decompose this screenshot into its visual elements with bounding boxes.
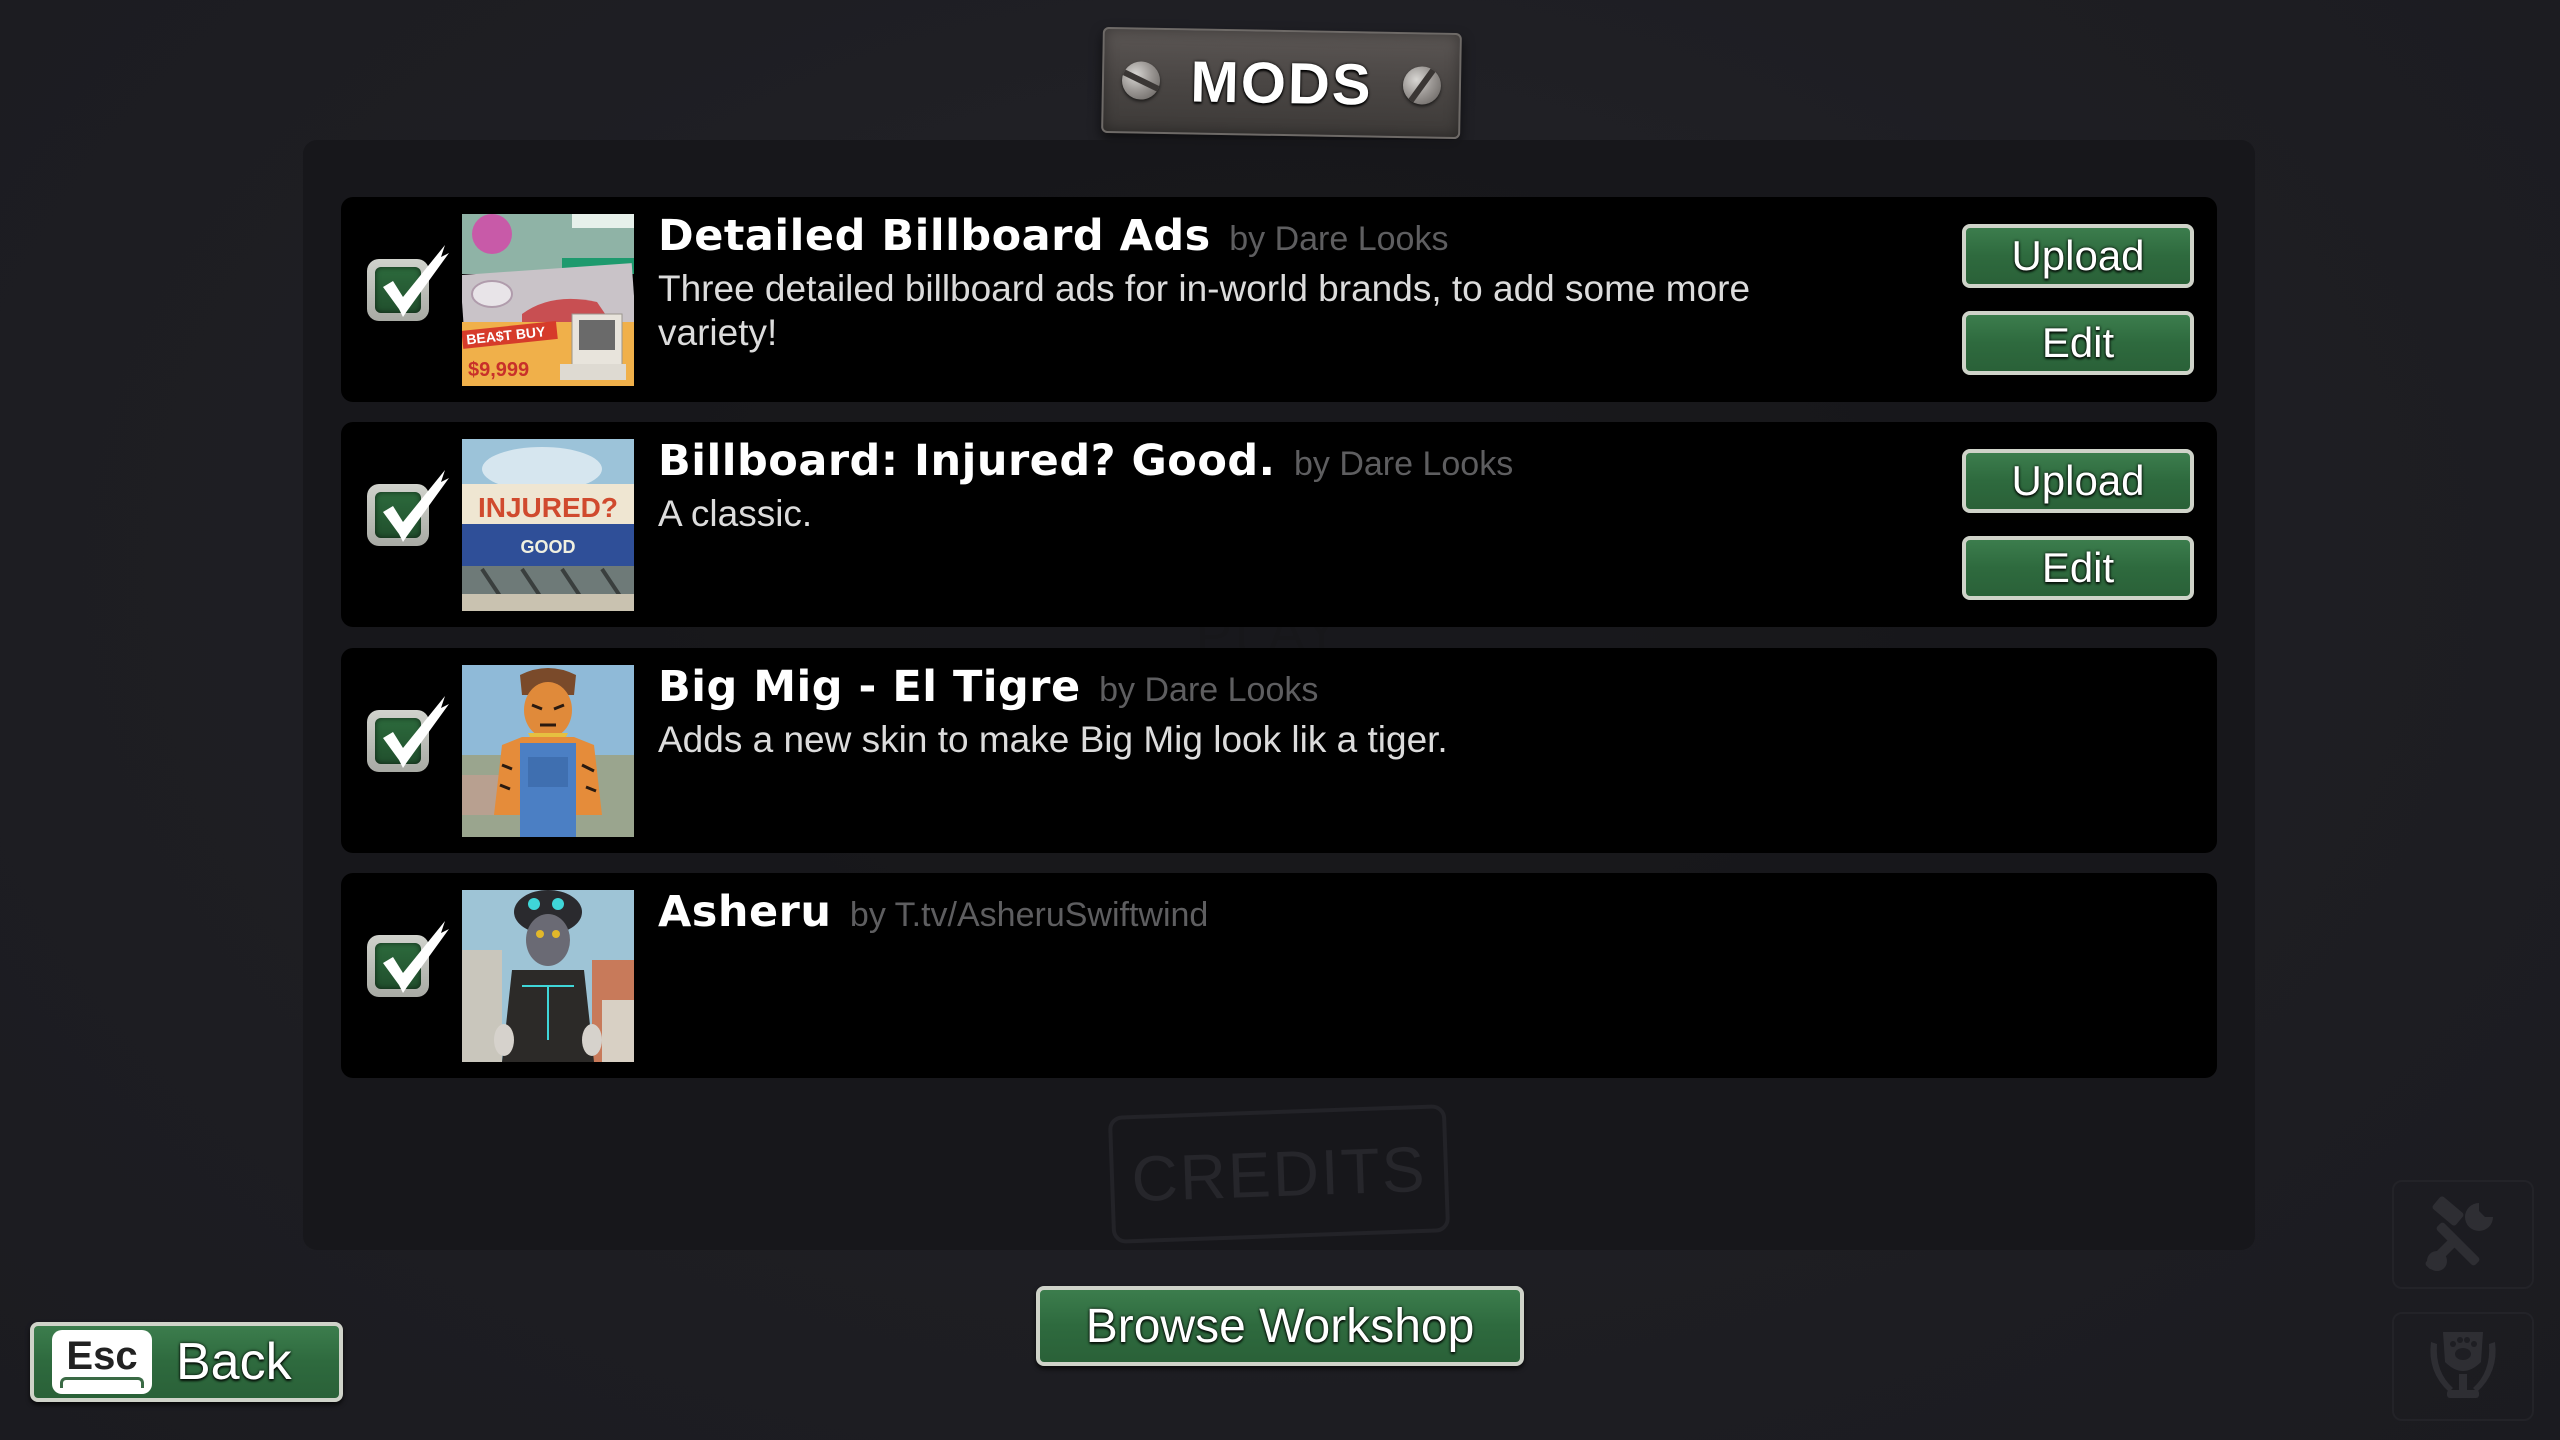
mod-row: Asheru by T.tv/AsheruSwiftwind <box>341 873 2217 1078</box>
svg-text:GOOD: GOOD <box>520 537 575 557</box>
injured-good-billboard-thumbnail: INJURED? GOOD <box>462 439 634 611</box>
mod-row: INJURED? GOOD Billboard: Injured? Good. … <box>341 422 2217 627</box>
edit-button[interactable]: Edit <box>1962 536 2194 600</box>
browse-workshop-button[interactable]: Browse Workshop <box>1036 1286 1524 1366</box>
mod-title: Billboard: Injured? Good. <box>658 436 1276 486</box>
back-button[interactable]: Esc Back <box>30 1322 343 1402</box>
mod-author: by Dare Looks <box>1293 445 1514 483</box>
checkmark-icon <box>383 696 449 768</box>
mod-enabled-checkbox[interactable] <box>367 696 449 772</box>
mod-author: by Dare Looks <box>1099 671 1319 709</box>
svg-text:$9,999: $9,999 <box>468 359 529 381</box>
mod-author: by Dare Looks <box>1229 220 1449 258</box>
tools-icon <box>2425 1195 2493 1271</box>
wolf-character-thumbnail <box>462 890 634 1062</box>
mod-title: Big Mig - El Tigre <box>658 662 1081 712</box>
screw-icon <box>1402 66 1442 105</box>
tools-button[interactable] <box>2392 1180 2534 1289</box>
mod-row: BEA$T BUY $9,999 Detailed Billboard Ads … <box>341 197 2217 402</box>
mod-enabled-checkbox[interactable] <box>367 245 449 321</box>
tiger-character-thumbnail <box>462 665 634 837</box>
mod-description: A classic. <box>658 493 813 534</box>
upload-button[interactable]: Upload <box>1962 449 2194 513</box>
esc-key-icon: Esc <box>52 1330 152 1394</box>
mod-title: Asheru <box>658 887 832 937</box>
title-plate: MODS <box>1101 26 1462 140</box>
mod-author: by T.tv/AsheruSwiftwind <box>849 896 1209 934</box>
trophy-paw-icon <box>2430 1331 2496 1398</box>
page-title: MODS <box>1189 48 1374 118</box>
back-label: Back <box>176 1333 292 1391</box>
mod-description: Three detailed billboard ads for in-worl… <box>658 268 1751 353</box>
mod-description: Adds a new skin to make Big Mig look lik… <box>658 719 1448 760</box>
svg-text:INJURED?: INJURED? <box>478 492 618 523</box>
edit-button[interactable]: Edit <box>1962 311 2194 375</box>
checkmark-icon <box>383 245 449 317</box>
screw-icon <box>1121 61 1161 100</box>
billboard-collage-thumbnail: BEA$T BUY $9,999 <box>462 214 634 386</box>
mod-row: Big Mig - El Tigre by Dare Looks Adds a … <box>341 648 2217 853</box>
checkmark-icon <box>383 470 449 542</box>
background-credits-text: CREDITS <box>1107 1104 1451 1244</box>
checkmark-icon <box>383 921 449 993</box>
mod-enabled-checkbox[interactable] <box>367 470 449 546</box>
upload-button[interactable]: Upload <box>1962 224 2194 288</box>
mod-title: Detailed Billboard Ads <box>658 211 1211 261</box>
mods-panel: BEA$T BUY $9,999 Detailed Billboard Ads … <box>303 140 2255 1250</box>
mod-enabled-checkbox[interactable] <box>367 921 449 997</box>
awards-button[interactable] <box>2392 1312 2534 1421</box>
